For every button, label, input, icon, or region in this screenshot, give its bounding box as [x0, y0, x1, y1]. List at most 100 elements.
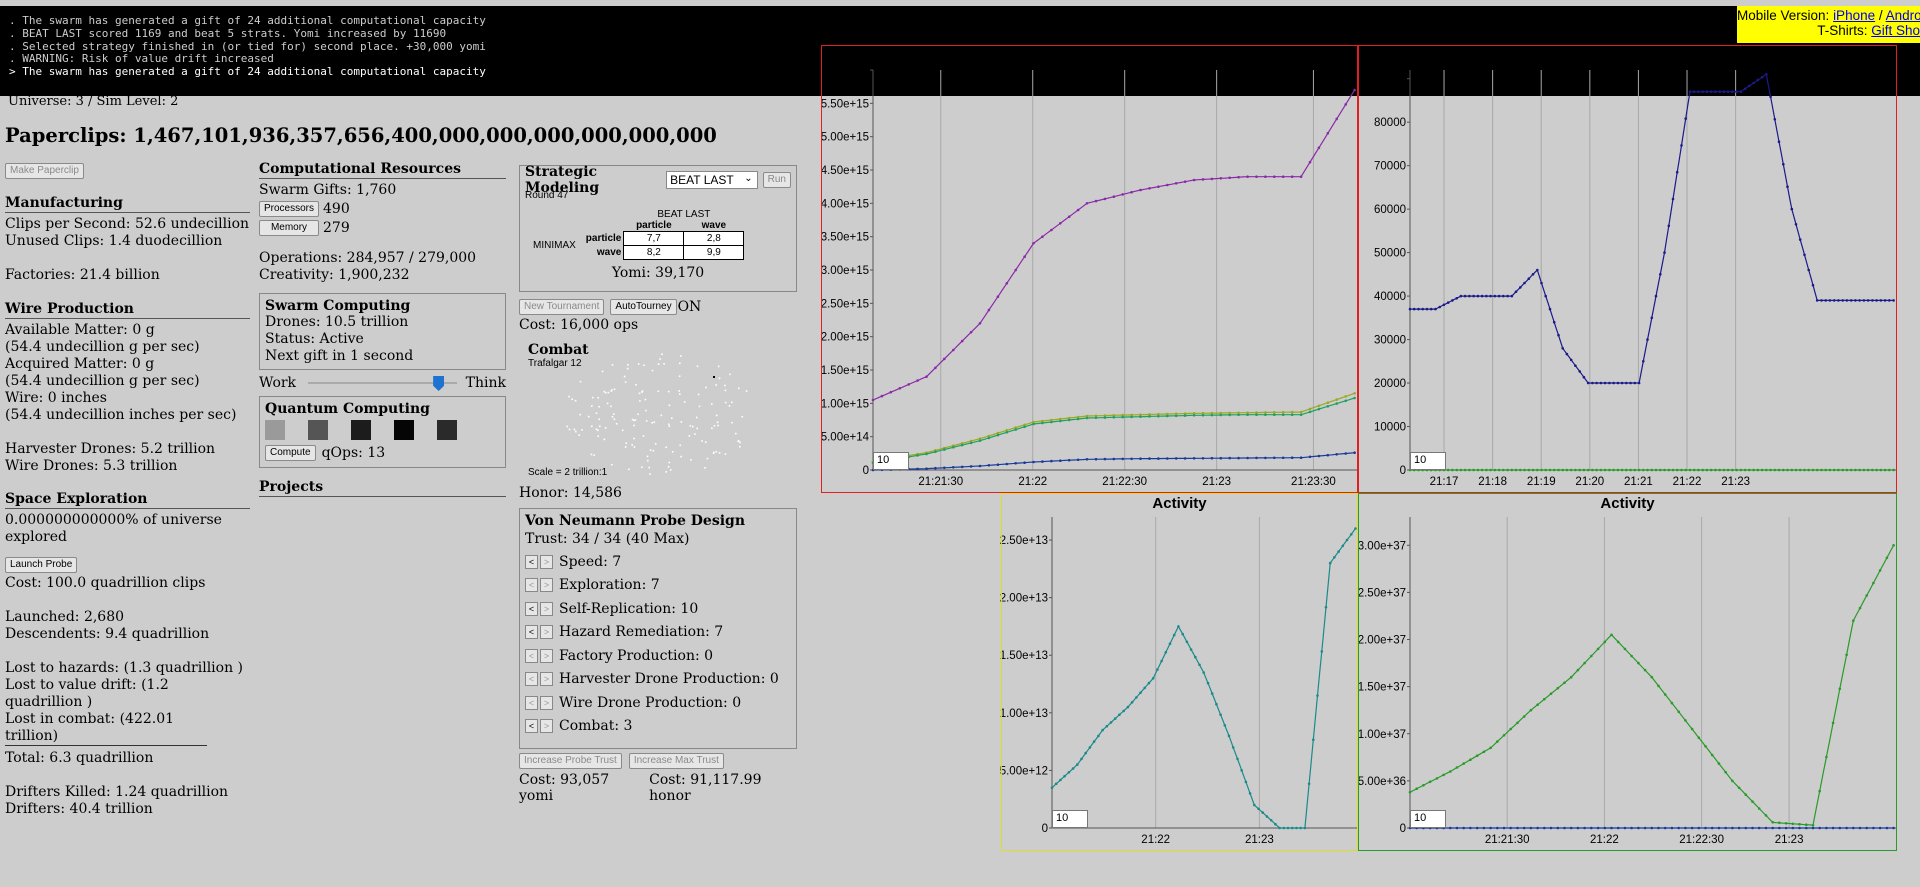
series-point — [1578, 468, 1581, 472]
series-point — [1586, 381, 1590, 385]
series-point — [1253, 803, 1256, 807]
series-point — [1722, 468, 1726, 472]
series-point — [1210, 413, 1214, 417]
series-point — [1620, 468, 1624, 472]
y-tick-label: 5.50e+15 — [821, 98, 869, 110]
y-tick-label: 5.00e+36 — [1358, 776, 1406, 788]
series-point — [1299, 175, 1303, 178]
series-point — [1858, 468, 1861, 472]
series-point — [1139, 691, 1142, 694]
chart-2-points-input[interactable]: 10 — [1410, 452, 1446, 470]
series-point — [1798, 238, 1802, 241]
series-point — [1778, 821, 1781, 825]
series-point — [1603, 468, 1607, 472]
series-point — [1552, 468, 1556, 472]
series-point — [1885, 556, 1889, 560]
series-point — [1210, 692, 1214, 695]
series-point — [1308, 407, 1312, 411]
series-point — [1875, 468, 1878, 472]
series-point — [1151, 677, 1155, 680]
chart-3-points-input[interactable]: 10 — [1052, 810, 1088, 828]
x-tick-label: 21:21:30 — [1485, 834, 1530, 846]
series-point — [1852, 619, 1855, 622]
series-point — [1210, 456, 1214, 460]
series-point — [1174, 182, 1178, 185]
series-point — [1139, 457, 1142, 461]
series-point — [1757, 826, 1761, 830]
series-point — [1299, 826, 1302, 830]
series-point — [1014, 428, 1017, 431]
y-tick-label: 4.00e+15 — [821, 198, 869, 210]
series-point — [1739, 468, 1743, 472]
x-tick-label: 21:23:30 — [1291, 476, 1336, 488]
series-point — [1246, 456, 1249, 460]
series-point — [1805, 823, 1808, 826]
series-point — [1769, 468, 1772, 472]
series-point — [1489, 468, 1492, 472]
series-point — [1299, 456, 1303, 460]
series-point — [1878, 826, 1882, 830]
series-point — [1472, 294, 1475, 298]
series-point — [1717, 826, 1721, 830]
series-point — [1590, 826, 1593, 830]
series-point — [1731, 826, 1734, 830]
series-point — [1415, 787, 1418, 790]
series-point — [1223, 724, 1227, 727]
series-point — [880, 394, 884, 398]
series-point — [1113, 717, 1117, 720]
series-point — [1497, 468, 1501, 472]
series-point — [1248, 792, 1252, 795]
series-point — [1625, 381, 1628, 385]
series-point — [1482, 750, 1486, 754]
series-point — [1637, 826, 1640, 830]
series-point — [1516, 721, 1519, 725]
series-point — [1671, 197, 1675, 201]
series-point — [1704, 826, 1707, 830]
series-point — [1059, 419, 1062, 423]
series-point — [1101, 728, 1104, 732]
series-point — [1717, 762, 1721, 765]
series-point — [1659, 468, 1662, 472]
series-point — [1290, 413, 1294, 417]
series-point — [1489, 746, 1492, 750]
series-point — [1255, 413, 1258, 417]
series-point — [1480, 468, 1484, 472]
series-point — [1790, 468, 1794, 472]
series-point — [1771, 821, 1774, 824]
series-point — [1879, 468, 1883, 472]
series-point — [1791, 822, 1795, 826]
series-point — [916, 467, 919, 471]
series-point — [1663, 468, 1666, 472]
series-point — [1130, 190, 1133, 194]
y-tick-label: 10000 — [1374, 422, 1406, 434]
series-point — [1748, 468, 1751, 472]
series-point — [1612, 381, 1615, 385]
series-point — [1265, 815, 1269, 818]
series-point — [1540, 281, 1543, 285]
series-point — [1650, 826, 1654, 830]
series-point — [1080, 757, 1083, 761]
series-point — [1616, 826, 1620, 830]
series-point — [1663, 251, 1666, 254]
series-point — [1519, 468, 1522, 472]
series-point — [1168, 642, 1172, 645]
series-point — [1871, 299, 1874, 302]
series-point — [889, 390, 893, 394]
series-point — [1688, 468, 1692, 472]
series-point — [1650, 675, 1654, 679]
series-point — [1299, 413, 1303, 417]
series-point — [1240, 769, 1243, 772]
chart-1-points-input[interactable]: 10 — [873, 452, 909, 470]
series-point — [1637, 381, 1641, 385]
series-point — [1888, 299, 1891, 302]
series-point — [1438, 305, 1441, 309]
x-tick-label: 21:22 — [1590, 834, 1619, 846]
series-point — [1872, 826, 1875, 830]
series-point — [898, 387, 902, 390]
y-tick-label: 4.50e+15 — [821, 165, 869, 177]
chart-4-points-input[interactable]: 10 — [1410, 810, 1446, 828]
series-point — [1701, 468, 1704, 472]
y-tick-label: 1.50e+37 — [1358, 682, 1406, 694]
y-tick-label: 5.00e+12 — [1000, 765, 1048, 777]
series-point — [1067, 418, 1071, 422]
